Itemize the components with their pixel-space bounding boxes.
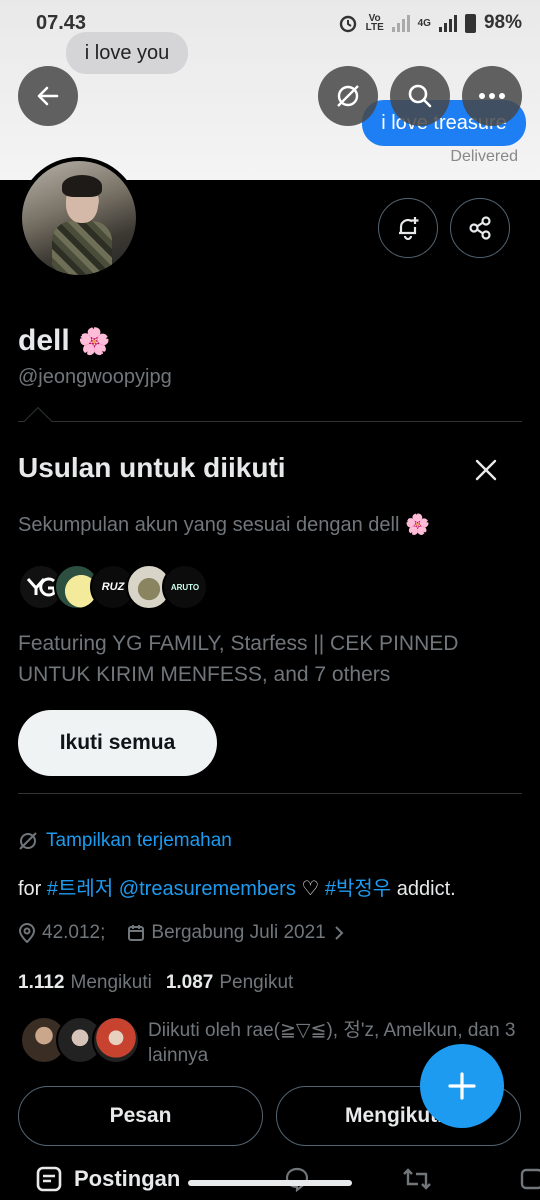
divider — [18, 421, 522, 422]
profile-avatar[interactable] — [18, 157, 140, 279]
close-icon — [475, 459, 497, 481]
show-translation-link[interactable]: Tampilkan terjemahan — [18, 830, 232, 852]
profile-meta: 42.012; Bergabung Juli 2021 — [18, 922, 346, 944]
home-indicator[interactable] — [188, 1180, 352, 1186]
notifications-button[interactable] — [378, 198, 438, 258]
share-button[interactable] — [450, 198, 510, 258]
profile-bio: for #트레저 @treasuremembers ♡ #박정우 addict. — [18, 878, 456, 900]
volte-icon: Vo LTE — [365, 13, 384, 33]
post-icon — [36, 1166, 62, 1192]
more-button[interactable] — [462, 66, 522, 126]
battery-percent: 98% — [483, 12, 522, 33]
translate-toggle-button[interactable] — [318, 66, 378, 126]
joined-date: Bergabung Juli 2021 — [151, 922, 326, 943]
bell-plus-icon — [399, 217, 419, 241]
close-suggestions-button[interactable] — [466, 450, 506, 490]
followers-link[interactable]: 1.087 Pengikut — [166, 972, 294, 994]
suggestions-title: Usulan untuk diikuti — [18, 452, 286, 483]
signal-icon — [438, 14, 457, 32]
search-button[interactable] — [390, 66, 450, 126]
back-button[interactable] — [18, 66, 78, 126]
suggestion-pointer — [23, 406, 53, 436]
suggested-accounts[interactable]: RUZ ARUTO — [18, 564, 218, 610]
media-icon[interactable] — [520, 1166, 540, 1192]
profile-tabs: Postingan — [0, 1158, 540, 1200]
followed-by-avatars[interactable] — [20, 1016, 140, 1066]
no-translate-icon — [337, 85, 359, 107]
battery-icon — [464, 13, 476, 33]
profile-name: dell 🌸 — [18, 324, 111, 357]
search-icon — [408, 84, 432, 108]
status-icons: Vo LTE 4G 98% — [338, 12, 522, 34]
hashtag-link[interactable]: #박정우 — [325, 878, 391, 900]
profile-handle: @jeongwoopyjpg — [18, 366, 172, 388]
location-text: 42.012; — [42, 922, 106, 943]
status-time: 07.43 — [36, 12, 87, 34]
banner-delivered-label: Delivered — [450, 148, 518, 165]
follow-stats: 1.112 Mengikuti 1.087 Pengikut — [18, 972, 293, 994]
repost-icon[interactable] — [402, 1166, 432, 1192]
message-button[interactable]: Pesan — [18, 1086, 263, 1146]
alarm-icon — [339, 15, 356, 33]
signal-weak-icon — [391, 14, 410, 32]
follow-all-button[interactable]: Ikuti semua — [18, 710, 217, 776]
arrow-left-icon — [37, 86, 59, 106]
share-icon — [469, 216, 491, 240]
network-4g-icon: 4G — [417, 17, 431, 29]
yg-logo-icon — [26, 577, 56, 597]
chevron-right-icon[interactable] — [332, 925, 346, 941]
suggestions-subtitle: Sekumpulan akun yang sesuai dengan dell … — [18, 514, 430, 536]
plus-icon — [448, 1072, 476, 1100]
location-icon — [18, 923, 36, 943]
compose-post-button[interactable] — [420, 1044, 504, 1128]
following-link[interactable]: 1.112 Mengikuti — [18, 972, 152, 994]
cherry-blossom-emoji: 🌸 — [78, 326, 111, 356]
more-horizontal-icon — [479, 93, 505, 99]
hashtag-link[interactable]: #트레저 — [47, 878, 113, 900]
tab-posts[interactable]: Postingan — [36, 1166, 180, 1192]
translate-icon — [19, 832, 37, 850]
account-avatar-aruto[interactable]: ARUTO — [162, 564, 208, 610]
status-bar: 07.43 Vo LTE 4G 98% — [0, 0, 540, 46]
divider — [18, 793, 522, 794]
suggestions-featuring: Featuring YG FAMILY, Starfess || CEK PIN… — [18, 632, 459, 686]
mention-link[interactable]: @treasuremembers — [119, 878, 296, 900]
reply-icon[interactable] — [284, 1166, 310, 1192]
avatar — [92, 1016, 140, 1064]
calendar-icon — [128, 925, 145, 941]
